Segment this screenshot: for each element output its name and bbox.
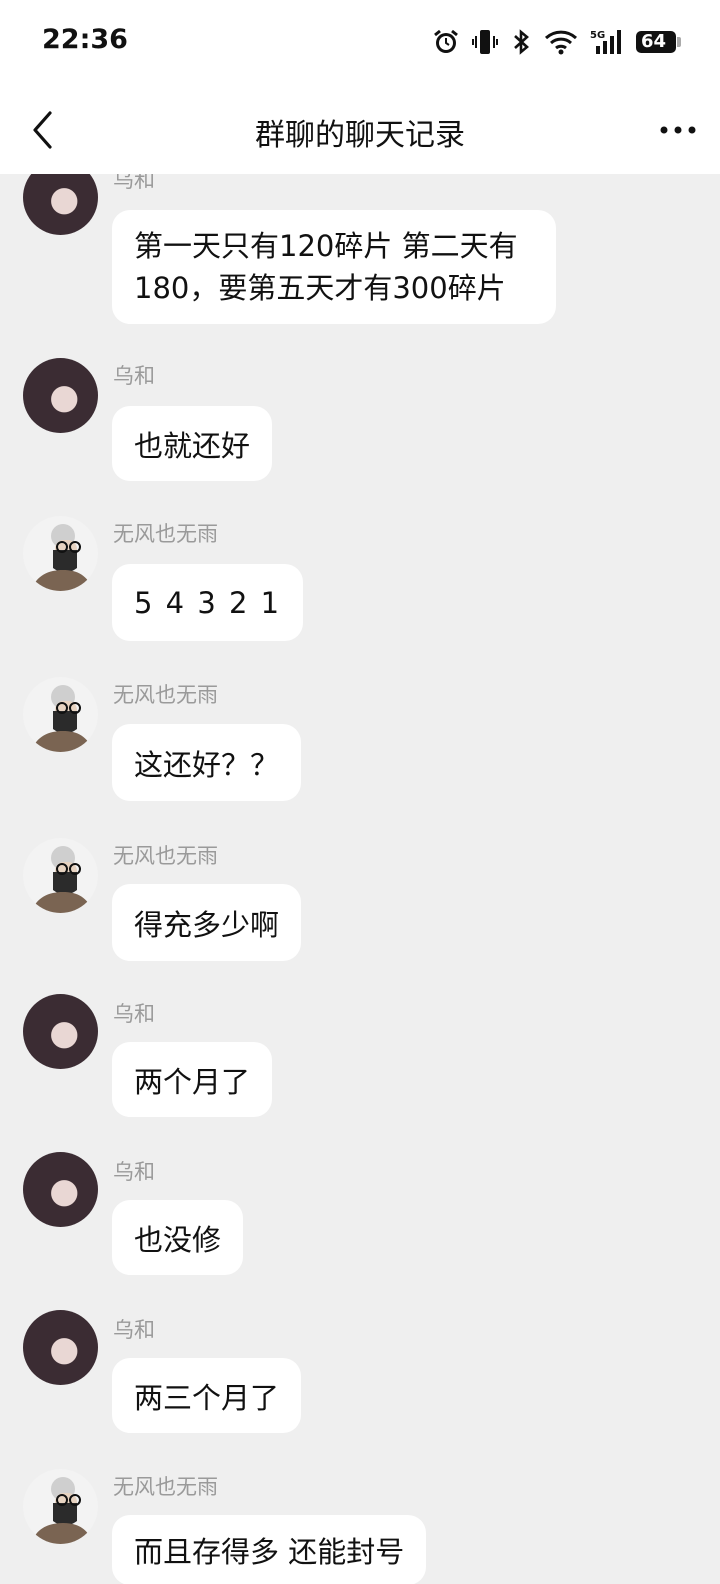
svg-text:5G: 5G <box>590 30 605 41</box>
avatar[interactable] <box>23 1310 98 1385</box>
message-bubble[interactable]: 这还好？？ <box>112 724 302 801</box>
sender-name: 乌和 <box>113 364 155 388</box>
message-text: 5 4 3 2 1 <box>134 585 282 620</box>
status-icons: 5G 64 <box>432 26 681 58</box>
sender-name: 乌和 <box>113 1002 155 1026</box>
message-bubble[interactable]: 两三个月了 <box>112 1358 302 1433</box>
avatar[interactable] <box>23 1469 98 1544</box>
sender-name: 乌和 <box>113 1318 155 1342</box>
message-text: 两三个月了 <box>134 1380 280 1415</box>
sender-name: 无风也无雨 <box>113 1475 218 1499</box>
avatar[interactable] <box>23 994 98 1069</box>
avatar[interactable] <box>23 358 98 433</box>
message-text: 第一天只有120碎片 第二天有180，要第五天才有300碎片 <box>134 229 518 305</box>
status-time: 22:36 <box>42 24 128 55</box>
chat-list[interactable]: 乌和 第一天只有120碎片 第二天有180，要第五天才有300碎片 乌和 也就还… <box>0 174 720 1584</box>
message-bubble[interactable]: 5 4 3 2 1 <box>112 564 304 641</box>
sender-name: 无风也无雨 <box>113 683 218 707</box>
message-text: 这还好？？ <box>134 747 280 782</box>
avatar[interactable] <box>23 838 98 913</box>
sender-name: 无风也无雨 <box>113 522 218 546</box>
avatar[interactable] <box>23 174 98 235</box>
message-bubble[interactable]: 两个月了 <box>112 1042 273 1117</box>
battery-level: 64 <box>641 31 667 52</box>
message-bubble[interactable]: 也没修 <box>112 1200 244 1275</box>
sender-name: 乌和 <box>113 174 155 192</box>
message-bubble[interactable]: 而且存得多 还能封号 <box>112 1515 427 1584</box>
vibrate-icon <box>472 28 498 56</box>
message-text: 两个月了 <box>134 1064 251 1099</box>
message-bubble[interactable]: 也就还好 <box>112 406 273 481</box>
signal-5g-icon: 5G <box>590 28 624 56</box>
avatar[interactable] <box>23 516 98 591</box>
message-bubble[interactable]: 得充多少啊 <box>112 884 302 961</box>
nav-bar: 群聊的聊天记录 <box>0 86 720 174</box>
message-text: 也就还好 <box>134 428 251 463</box>
message-bubble[interactable]: 第一天只有120碎片 第二天有180，要第五天才有300碎片 <box>112 210 556 324</box>
sender-name: 乌和 <box>113 1160 155 1184</box>
status-bar: 22:36 5G 64 <box>0 0 720 86</box>
message-text: 也没修 <box>134 1222 222 1257</box>
message-text: 而且存得多 还能封号 <box>134 1535 405 1569</box>
more-horizontal-icon <box>660 126 696 134</box>
alarm-icon <box>432 28 460 56</box>
avatar[interactable] <box>23 677 98 752</box>
page-title: 群聊的聊天记录 <box>255 118 465 153</box>
message-text: 得充多少啊 <box>134 907 280 942</box>
more-button[interactable] <box>654 110 702 150</box>
sender-name: 无风也无雨 <box>113 844 218 868</box>
battery-icon: 64 <box>636 31 681 53</box>
wifi-icon <box>544 29 578 55</box>
avatar[interactable] <box>23 1152 98 1227</box>
bluetooth-icon <box>510 28 532 56</box>
